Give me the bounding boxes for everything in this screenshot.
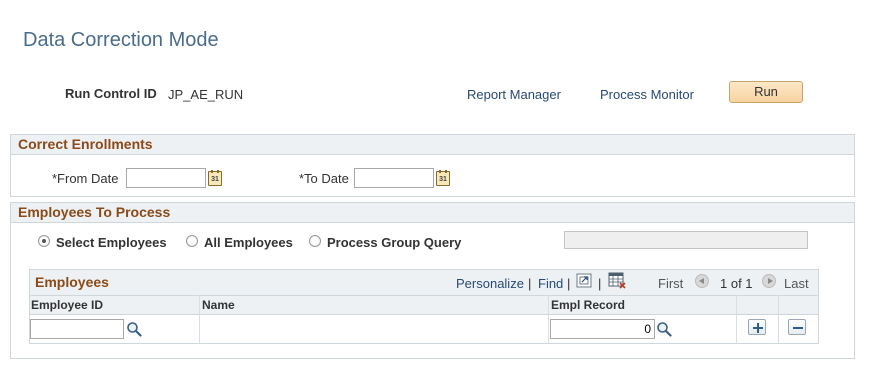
employee-id-input[interactable] [30,319,124,339]
column-divider [548,295,549,343]
employees-grid-title: Employees [35,274,109,290]
column-divider [736,295,737,343]
process-group-query-input [564,231,808,249]
zoom-icon[interactable] [576,273,592,288]
column-divider [778,295,779,343]
download-grid-icon[interactable] [608,272,626,289]
select-employees-radio[interactable] [38,235,50,247]
empl-record-input[interactable] [550,319,655,339]
add-row-button[interactable] [748,319,766,335]
chevron-left-icon[interactable] [695,274,709,288]
find-link[interactable]: Find [538,276,563,291]
process-group-query-radio[interactable] [309,235,321,247]
grid-column-header-bar [30,296,818,315]
add-row-icon [753,323,763,333]
run-control-label: Run Control ID [65,86,157,101]
run-control-value: JP_AE_RUN [168,87,244,102]
all-employees-label[interactable]: All Employees [204,235,293,250]
process-group-query-label[interactable]: Process Group Query [327,235,461,250]
col-name: Name [202,298,235,312]
delete-row-button[interactable] [788,319,806,335]
column-divider [199,295,200,343]
search-icon[interactable] [126,321,142,337]
calendar-icon[interactable]: 31 [208,170,222,186]
col-employee-id: Employee ID [31,298,104,312]
employees-to-process-header: Employees To Process [11,203,854,223]
search-icon[interactable] [656,321,672,337]
from-date-input[interactable] [126,168,206,188]
personalize-link[interactable]: Personalize [456,276,524,291]
process-monitor-link[interactable]: Process Monitor [600,87,694,102]
calendar-icon[interactable]: 31 [436,170,450,186]
page-range: 1 of 1 [720,276,753,291]
first-label: First [658,276,684,291]
page-title: Data Correction Mode [23,29,219,51]
toolbar-separator: | [598,276,602,291]
chevron-right-icon[interactable] [762,274,776,288]
delete-row-icon [793,327,803,329]
all-employees-radio[interactable] [186,235,198,247]
to-date-label: *To Date [299,171,349,186]
col-empl-record: Empl Record [551,298,626,312]
select-employees-label[interactable]: Select Employees [56,235,167,250]
from-date-label: *From Date [52,171,119,186]
toolbar-separator: | [567,276,571,291]
report-manager-link[interactable]: Report Manager [467,87,561,102]
correct-enrollments-header: Correct Enrollments [11,135,854,155]
last-label: Last [784,276,809,291]
toolbar-separator: | [528,276,532,291]
to-date-input[interactable] [354,168,434,188]
run-button[interactable]: Run [729,81,803,103]
